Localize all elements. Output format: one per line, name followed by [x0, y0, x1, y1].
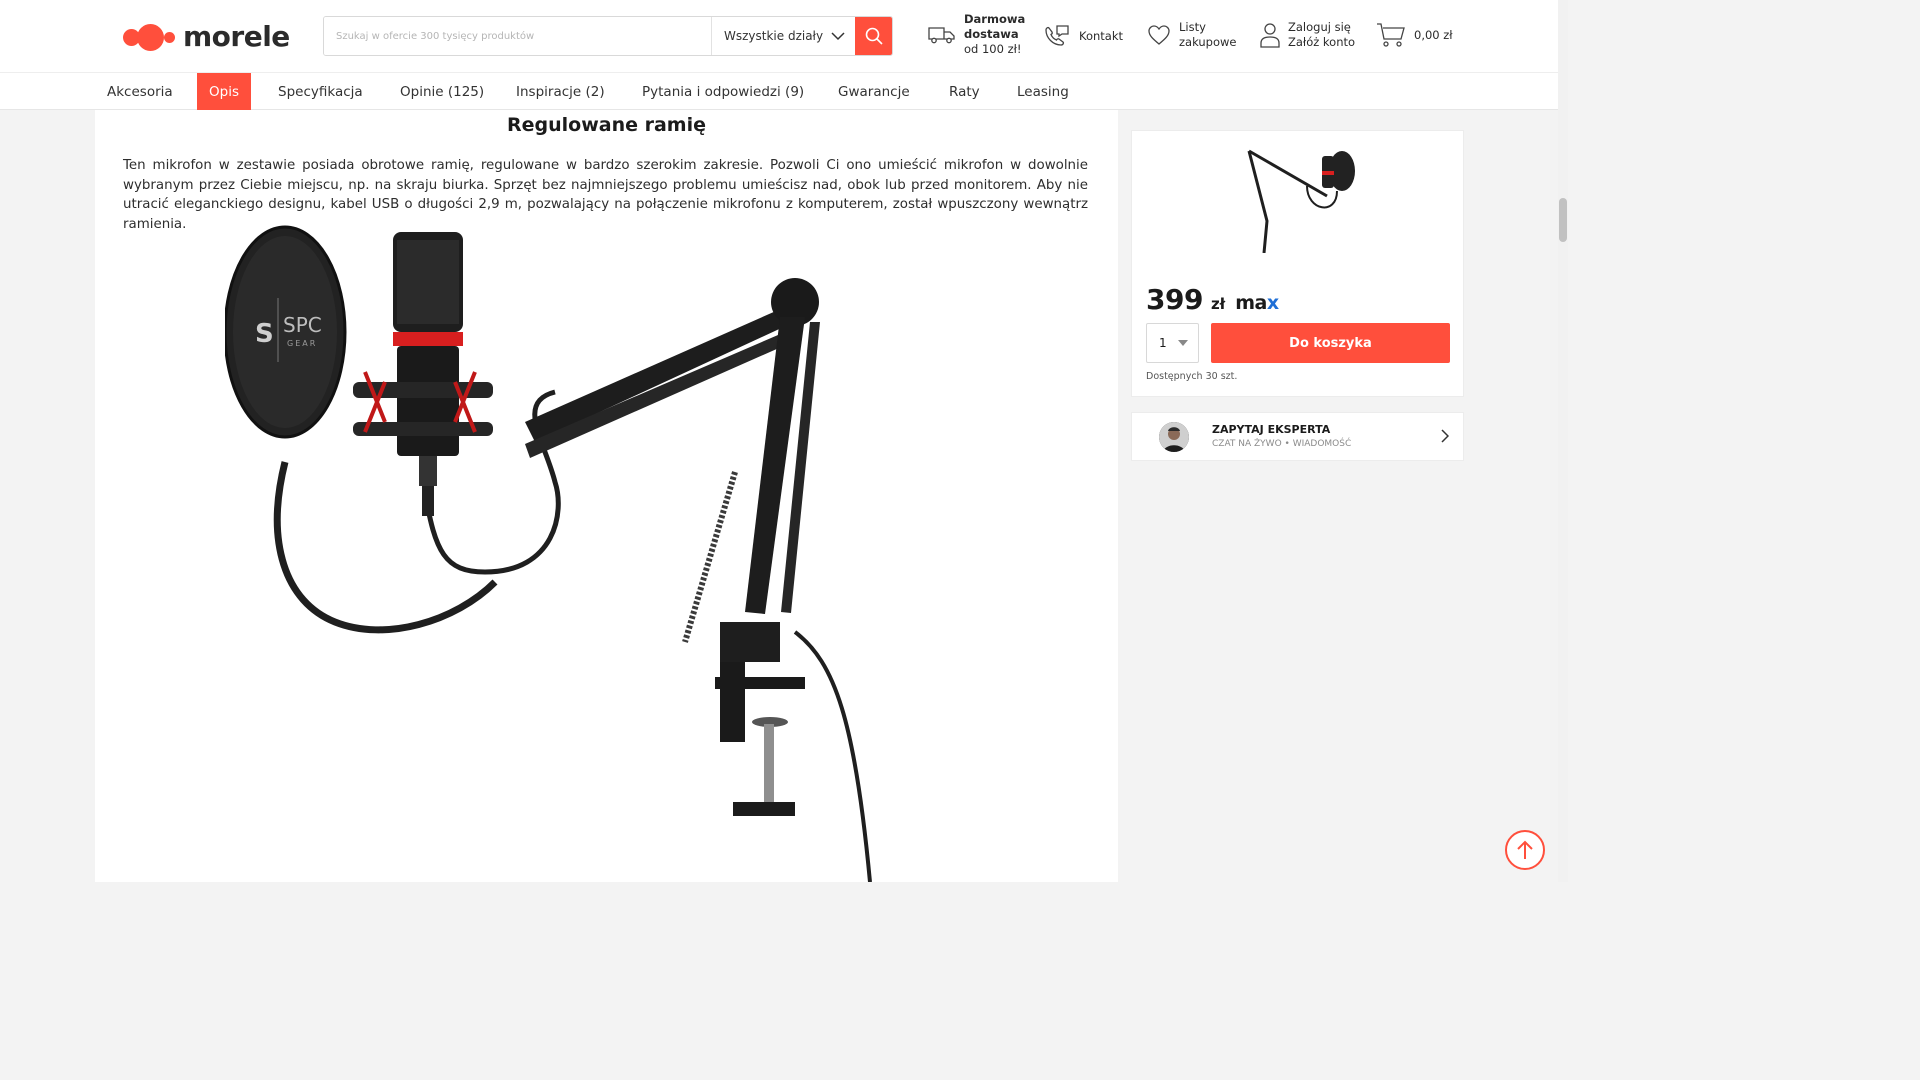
tab-opis[interactable]: Opis	[197, 73, 251, 111]
add-to-cart-button[interactable]: Do koszyka	[1211, 323, 1450, 363]
chevron-right-icon	[1441, 429, 1449, 443]
tab-leasing[interactable]: Leasing	[1005, 73, 1081, 111]
price-currency: zł	[1210, 295, 1226, 313]
lists-line-1: Listy	[1179, 20, 1206, 34]
search-icon	[865, 27, 883, 45]
truck-icon	[928, 26, 955, 43]
pop-filter-brand: SPC	[283, 313, 322, 337]
phone-chat-icon	[1045, 25, 1069, 46]
category-select-label: Wszystkie działy	[724, 29, 824, 43]
tab-pytania[interactable]: Pytania i odpowiedzi (9)	[630, 73, 816, 111]
max-badge: max	[1235, 292, 1279, 314]
category-select[interactable]: Wszystkie działy	[711, 17, 855, 55]
search-input[interactable]	[324, 17, 711, 55]
section-title: Regulowane ramię	[507, 114, 706, 136]
account-line-2: Załóż konto	[1288, 35, 1356, 49]
tab-inspiracje[interactable]: Inspiracje (2)	[504, 73, 617, 111]
tab-opinie[interactable]: Opinie (125)	[388, 73, 496, 111]
max-badge-x: x	[1266, 292, 1279, 314]
logo-mark-icon	[123, 21, 177, 51]
chevron-down-icon	[831, 31, 845, 40]
contact-link[interactable]: Kontakt	[1043, 24, 1123, 48]
availability-text: Dostępnych 30 szt.	[1146, 371, 1238, 382]
ask-expert-card[interactable]: ZAPYTAJ EKSPERTA CZAT NA ŻYWO • WIADOMOŚ…	[1131, 412, 1464, 461]
account-link[interactable]: Zaloguj się Załóż konto	[1260, 20, 1355, 50]
cart-link[interactable]: 0,00 zł	[1376, 22, 1453, 48]
scrollbar-thumb[interactable]	[1559, 198, 1567, 242]
expert-subtitle: CZAT NA ŻYWO • WIADOMOŚĆ	[1212, 439, 1352, 449]
account-line-1: Zaloguj się	[1288, 20, 1351, 34]
tab-gwarancje[interactable]: Gwarancje	[826, 73, 922, 111]
product-thumbnail[interactable]	[1237, 141, 1362, 253]
scroll-to-top-button[interactable]	[1505, 830, 1545, 870]
caret-down-icon	[1178, 340, 1188, 346]
buy-box: 399 zł max 1 Do koszyka Dostępnych 30 sz…	[1131, 130, 1464, 397]
cart-icon	[1377, 23, 1405, 47]
shopping-lists-link[interactable]: Listy zakupowe	[1147, 20, 1237, 50]
tab-akcesoria[interactable]: Akcesoria	[95, 73, 185, 111]
price-value: 399	[1146, 283, 1203, 316]
pop-filter-sub: GEAR	[287, 339, 317, 348]
morele-logo[interactable]: morele	[123, 19, 290, 53]
quantity-select[interactable]: 1	[1146, 323, 1199, 363]
arrow-up-icon	[1517, 840, 1533, 859]
description-panel: Regulowane ramię Ten mikrofon w zestawie…	[95, 110, 1118, 882]
logo-text: morele	[183, 19, 290, 53]
page-scrollbar[interactable]	[1558, 0, 1568, 882]
lists-line-2: zakupowe	[1179, 35, 1237, 49]
delivery-line-2: dostawa	[964, 27, 1019, 41]
search-bar: Wszystkie działy	[323, 16, 893, 56]
expert-avatar	[1159, 422, 1189, 452]
tab-raty[interactable]: Raty	[937, 73, 992, 111]
cart-total: 0,00 zł	[1414, 27, 1453, 42]
delivery-line-3: od 100 zł!	[964, 42, 1022, 56]
heart-icon	[1148, 25, 1170, 45]
quantity-value: 1	[1159, 336, 1167, 350]
microphone-arm-image: S SPC GEAR	[225, 225, 872, 882]
product-tab-bar: Akcesoria Opis Specyfikacja Opinie (125)…	[0, 72, 1558, 111]
contact-label: Kontakt	[1079, 28, 1124, 43]
delivery-line-1: Darmowa	[964, 12, 1026, 26]
price: 399 zł max	[1146, 283, 1279, 316]
expert-title: ZAPYTAJ EKSPERTA	[1212, 423, 1331, 436]
user-icon	[1260, 23, 1280, 48]
svg-text:S: S	[255, 319, 274, 349]
tab-specyfikacja[interactable]: Specyfikacja	[266, 73, 375, 111]
max-badge-ma: ma	[1235, 292, 1267, 314]
search-button[interactable]	[855, 17, 892, 55]
site-header: morele Wszystkie działy Darmowa dostawa …	[0, 0, 1558, 72]
free-delivery-info[interactable]: Darmowa dostawa od 100 zł!	[928, 12, 1025, 57]
